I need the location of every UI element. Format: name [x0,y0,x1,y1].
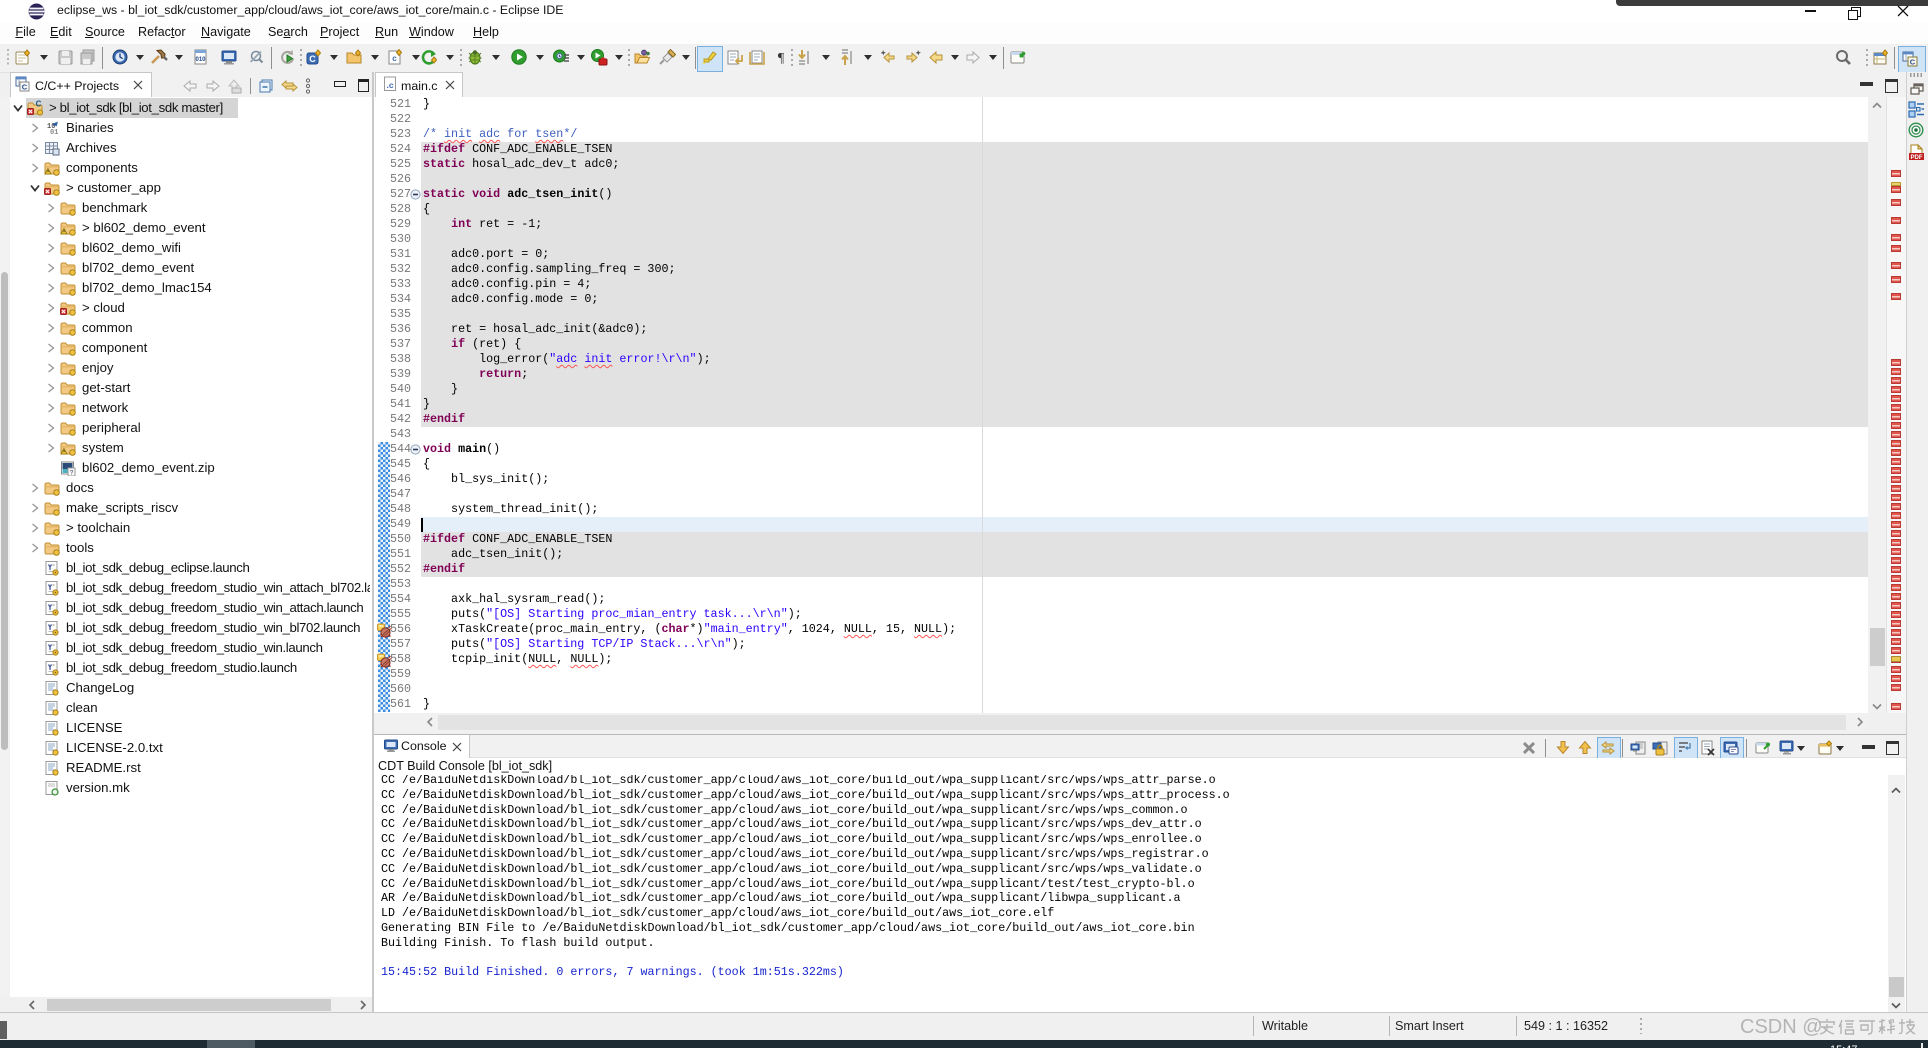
svg-text:?: ? [70,470,74,477]
svg-text:.c: .c [386,80,393,90]
svg-text:PDF: PDF [1911,155,1923,161]
svg-text:C: C [36,100,42,109]
svg-text:C: C [309,54,316,64]
svg-text:C: C [1910,58,1916,67]
svg-text:01: 01 [50,129,58,136]
svg-text:c: c [392,54,397,63]
svg-text:C: C [22,83,28,92]
svg-text:¶: ¶ [778,51,785,66]
svg-text:010: 010 [195,57,206,63]
